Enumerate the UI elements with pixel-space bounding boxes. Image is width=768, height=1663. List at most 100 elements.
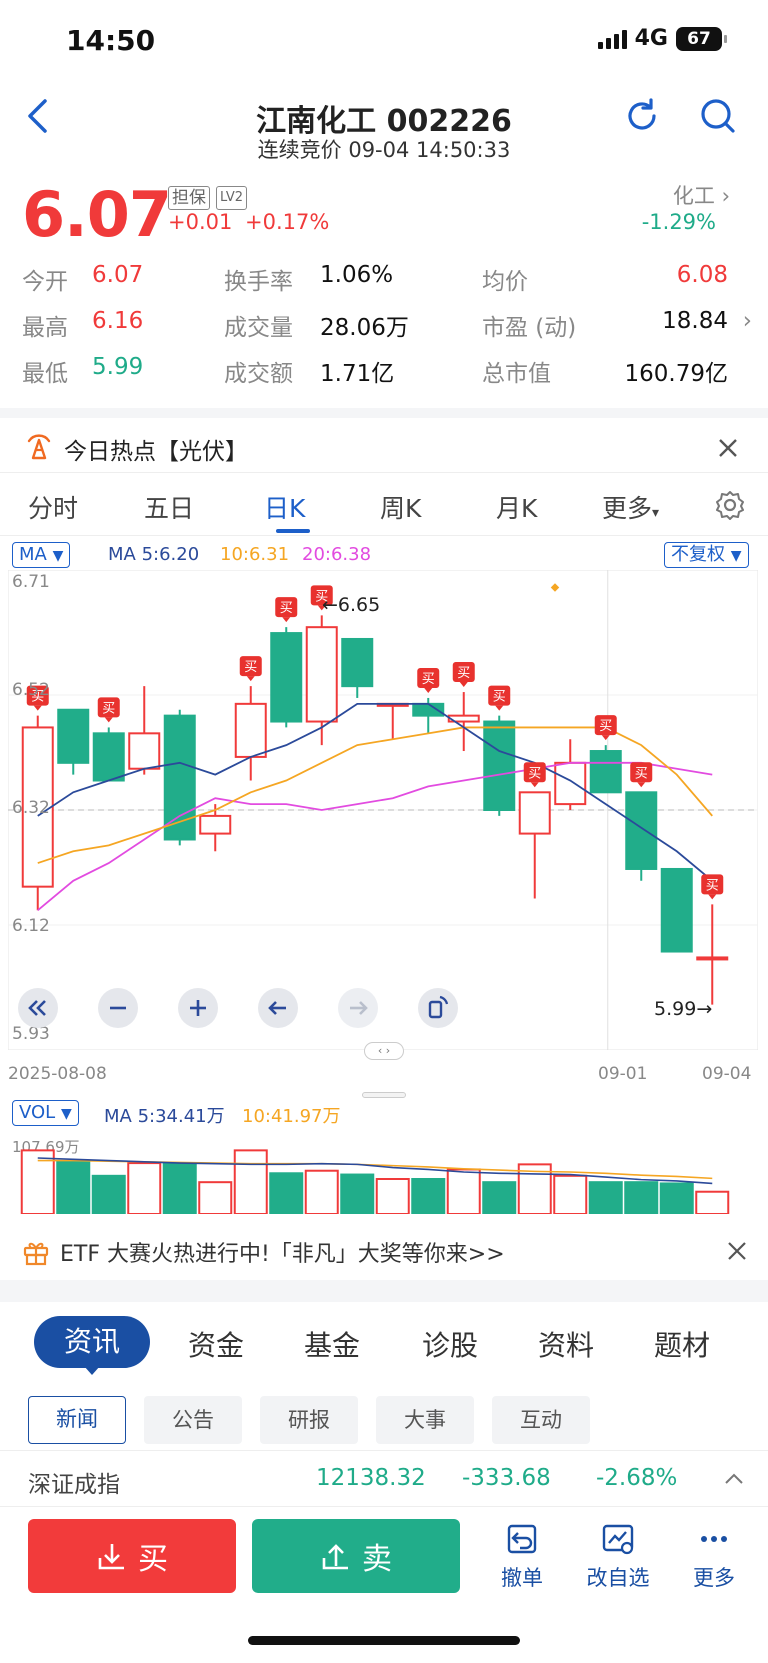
rewind-icon[interactable] — [16, 986, 60, 1030]
adjust-label: 不复权 — [671, 544, 725, 565]
ma5-legend: MA 5:6.20 — [108, 544, 200, 565]
volume-bar — [269, 1172, 304, 1214]
pe-label[interactable]: 市盈 (动) — [482, 308, 576, 342]
tab-intraday[interactable]: 分时 — [28, 489, 78, 525]
pane-resize-handle[interactable] — [362, 1092, 406, 1098]
tab-theme[interactable]: 题材 — [654, 1324, 710, 1364]
amount-label: 成交额 — [224, 361, 293, 387]
mktcap-value: 160.79亿 — [624, 361, 728, 387]
sell-button[interactable]: 卖 — [252, 1519, 460, 1593]
index-name: 深证成指 — [28, 1472, 120, 1498]
chevron-up-icon[interactable] — [724, 1473, 744, 1485]
tab-weekly-k[interactable]: 周K — [380, 489, 421, 525]
buy-marker-pointer — [601, 735, 610, 741]
avg-value: 6.08 — [676, 262, 728, 288]
volume-bar — [91, 1174, 126, 1214]
settings-icon[interactable] — [714, 489, 746, 521]
volume-bar — [624, 1181, 659, 1214]
vol-ma10-legend: 10:41.97万 — [242, 1106, 341, 1127]
high-value: 6.16 — [92, 308, 144, 334]
more-button[interactable]: 更多 — [674, 1521, 754, 1592]
current-price: 6.07 — [22, 178, 172, 251]
search-icon[interactable] — [696, 94, 740, 138]
vol-selector[interactable]: VOL ▼ — [12, 1100, 79, 1126]
volume-label: 成交量 — [224, 315, 293, 341]
prev-icon[interactable] — [256, 986, 300, 1030]
low-annotation: 5.99→ — [654, 998, 713, 1020]
tab-news-info[interactable]: 资讯 — [34, 1316, 150, 1368]
active-tab-indicator — [276, 529, 310, 533]
kline-chart[interactable]: 买买买买买买 买买买买买买 — [8, 570, 758, 1050]
tab-daily-k[interactable]: 日K — [264, 489, 305, 525]
close-icon[interactable] — [716, 436, 740, 460]
stock-header: 江南化工 002226 连续竞价 09-04 14:50:33 — [0, 90, 768, 170]
candle-body — [199, 814, 232, 835]
edit-watchlist-button[interactable]: 改自选 — [578, 1521, 658, 1592]
buy-marker-pointer — [708, 894, 717, 900]
avg-label: 均价 — [482, 269, 528, 295]
candle-body — [518, 791, 551, 835]
subtab-events[interactable]: 大事 — [376, 1396, 474, 1444]
buy-marker-label: 买 — [244, 660, 257, 675]
subtab-research[interactable]: 研报 — [260, 1396, 358, 1444]
open-label: 今开 — [22, 269, 68, 295]
x-tick: 09-04 — [702, 1064, 752, 1084]
chart-controls — [16, 986, 458, 1030]
stock-status-time: 连续竞价 09-04 14:50:33 — [257, 138, 511, 162]
industry-change: -1.29% — [641, 210, 716, 234]
stats-row-1: 今开 6.07 换手率 1.06% 均价 6.08 — [0, 262, 768, 306]
buy-marker-label: 买 — [280, 601, 293, 616]
refresh-icon[interactable] — [620, 94, 664, 138]
buy-marker-pointer — [637, 782, 646, 788]
index-ticker[interactable]: 深证成指 12138.32 -333.68 -2.68% — [0, 1450, 768, 1506]
volume-value: 28.06万 — [320, 315, 409, 341]
tab-monthly-k[interactable]: 月K — [496, 489, 537, 525]
caret-down-icon: ▾ — [652, 505, 660, 521]
hot-topic-bar[interactable]: 今日热点【光伏】 — [0, 408, 768, 472]
buy-marker-label: 买 — [102, 701, 115, 716]
cancel-order-button[interactable]: 撤单 — [482, 1521, 562, 1592]
subtab-announcements[interactable]: 公告 — [144, 1396, 242, 1444]
volume-bar — [56, 1160, 91, 1214]
volume-bar — [304, 1169, 339, 1214]
tab-funds-flow[interactable]: 资金 — [188, 1324, 244, 1364]
candle-body — [234, 702, 267, 758]
zoom-out-icon[interactable] — [96, 986, 140, 1030]
low-annotation-value: 5.99 — [654, 998, 697, 1020]
pe-value[interactable]: 18.84 — [662, 308, 728, 334]
close-icon[interactable] — [726, 1240, 748, 1262]
adjust-selector[interactable]: 不复权 ▼ — [664, 542, 749, 568]
subtab-news[interactable]: 新闻 — [28, 1396, 126, 1444]
volume-bar — [411, 1178, 446, 1214]
subtab-interaction[interactable]: 互动 — [492, 1396, 590, 1444]
volume-bar — [198, 1181, 233, 1214]
chart-drag-handle[interactable]: ‹ › — [364, 1042, 404, 1060]
tab-profile[interactable]: 资料 — [538, 1324, 594, 1364]
volume-bar — [375, 1178, 410, 1214]
buy-marker-pointer — [246, 676, 255, 682]
chevron-right-icon[interactable]: › — [743, 308, 752, 334]
tab-more[interactable]: 更多▾ — [602, 489, 659, 525]
ma-selector[interactable]: MA ▼ — [12, 542, 71, 568]
rotate-icon[interactable] — [416, 986, 460, 1030]
download-icon — [98, 1544, 124, 1570]
watchlist-icon — [602, 1524, 634, 1555]
industry-link[interactable]: 化工 › -1.29% — [642, 180, 730, 234]
section-divider — [0, 1280, 768, 1302]
ma20-legend: 20:6.38 — [302, 544, 372, 565]
index-percent: -2.68% — [596, 1465, 678, 1491]
tab-five-day[interactable]: 五日 — [144, 489, 194, 525]
tab-fund[interactable]: 基金 — [304, 1324, 360, 1364]
index-value: 12138.32 — [316, 1465, 426, 1491]
next-icon[interactable] — [336, 986, 380, 1030]
buy-button[interactable]: 买 — [28, 1519, 236, 1593]
high-label: 最高 — [22, 315, 68, 341]
etf-banner[interactable]: ETF 大赛火热进行中!「非凡」大奖等你来>> — [0, 1222, 768, 1280]
volume-chart[interactable] — [8, 1138, 758, 1214]
volume-bar — [127, 1162, 162, 1214]
candle-body — [660, 867, 693, 953]
tab-diagnosis[interactable]: 诊股 — [422, 1324, 478, 1364]
zoom-in-icon[interactable] — [176, 986, 220, 1030]
change-percent: +0.17% — [245, 210, 330, 234]
buy-marker-pointer — [495, 705, 504, 711]
